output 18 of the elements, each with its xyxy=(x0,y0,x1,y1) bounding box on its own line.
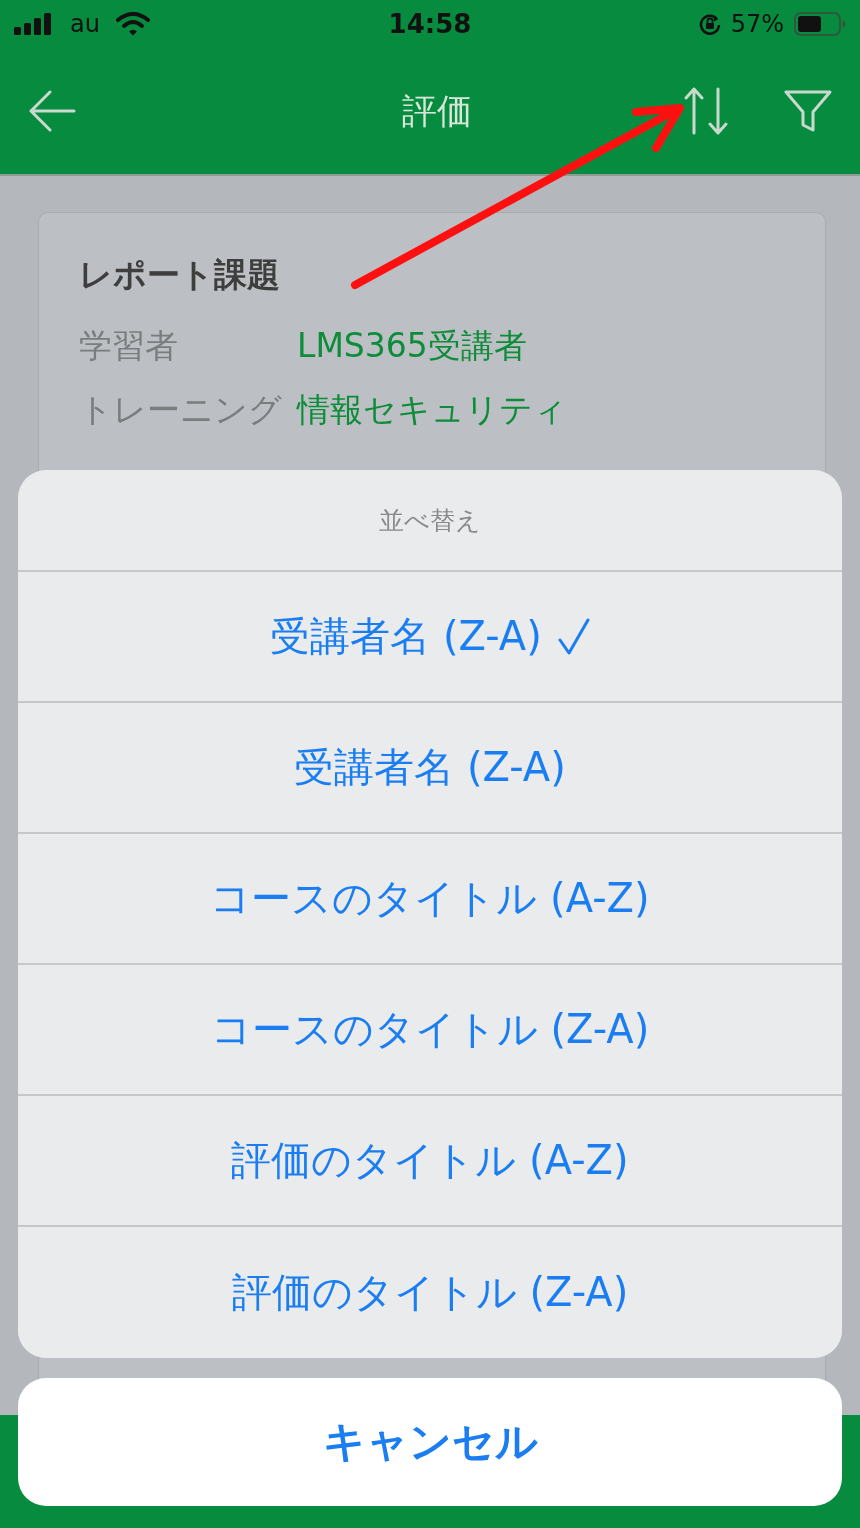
wifi-icon xyxy=(115,12,150,36)
field-value: LMS365受講者 xyxy=(297,324,527,367)
back-arrow-icon[interactable] xyxy=(28,90,76,132)
carrier-name: au xyxy=(70,10,100,38)
filter-icon[interactable] xyxy=(784,90,832,132)
battery-percentage: 57% xyxy=(730,10,784,38)
sort-icon[interactable] xyxy=(684,87,728,135)
signal-icon xyxy=(14,13,54,35)
field-label: トレーニング xyxy=(79,388,283,431)
battery-icon xyxy=(794,12,846,36)
screen-title: 評価 xyxy=(401,89,472,133)
field-label: 学習者 xyxy=(79,324,179,367)
sheet-title: 並べ替え xyxy=(379,504,481,537)
clock-time: 14:58 xyxy=(388,9,472,39)
card-title: レポート課題 xyxy=(79,254,280,296)
cancel-button[interactable]: キャンセル xyxy=(18,1378,842,1506)
field-value: 情報セキュリティ xyxy=(297,388,567,431)
rotation-lock-icon xyxy=(698,13,721,35)
